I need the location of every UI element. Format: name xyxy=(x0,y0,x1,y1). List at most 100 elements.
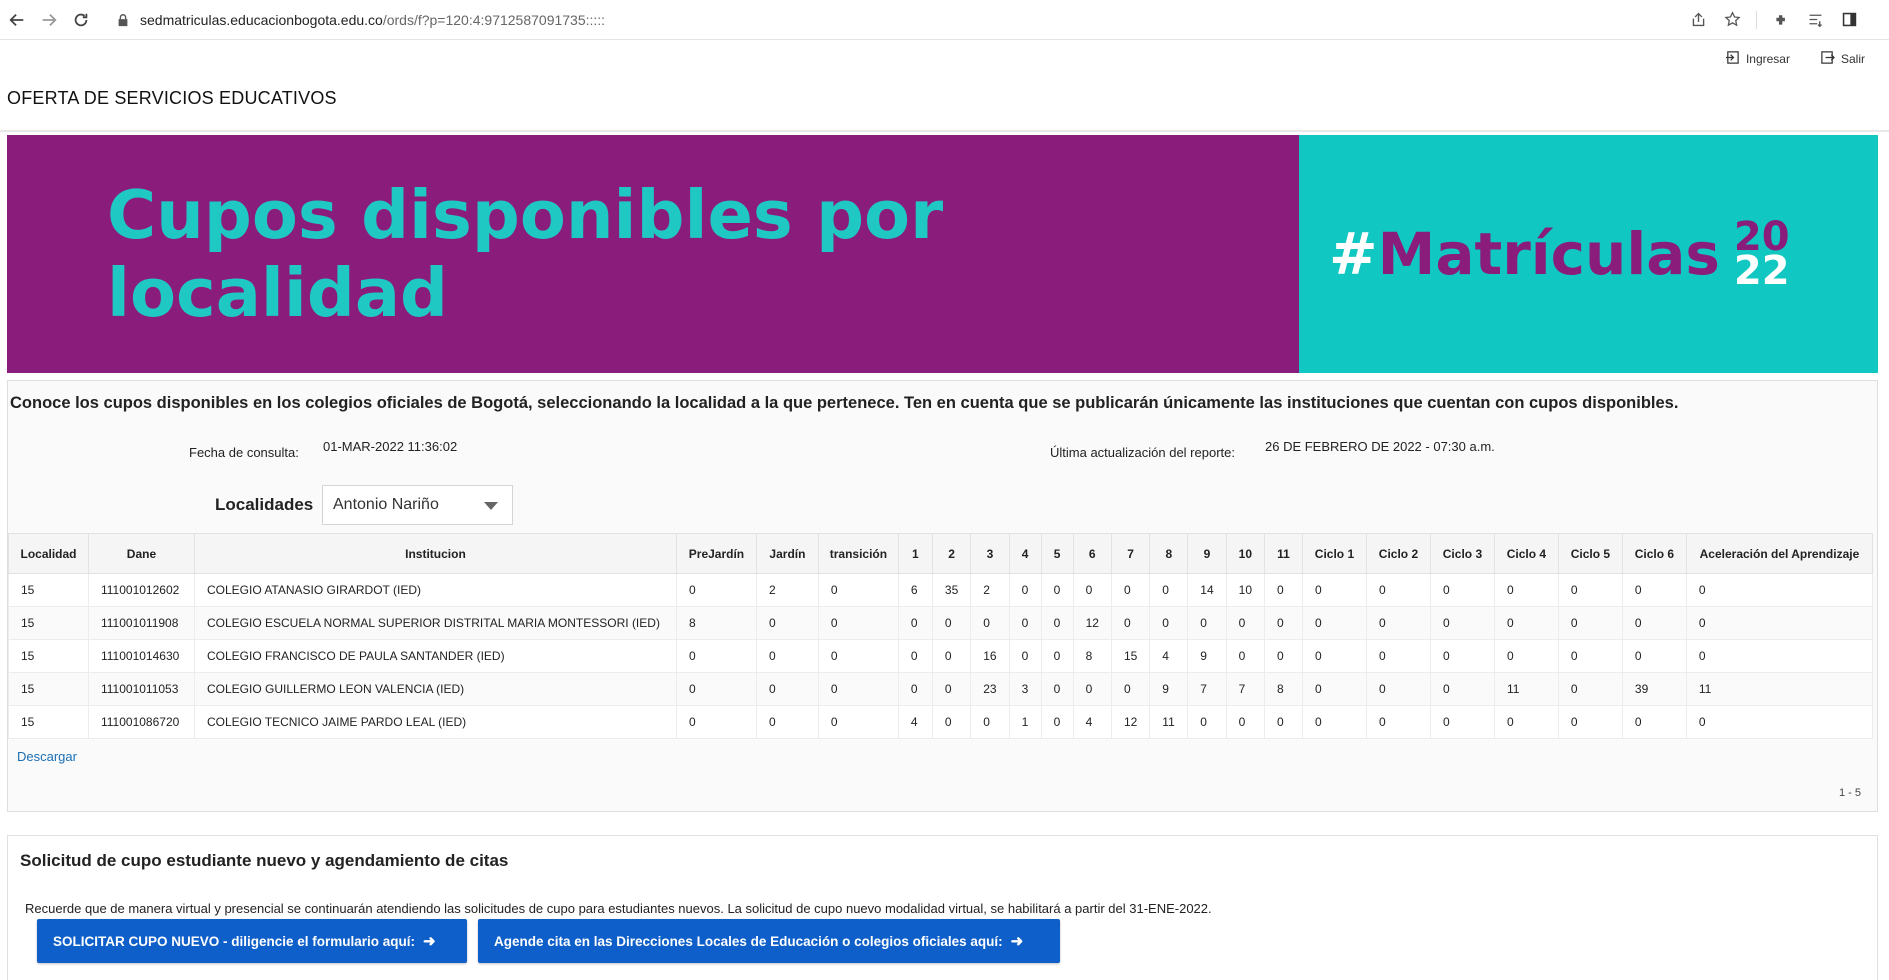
table-cell: 14 xyxy=(1187,573,1227,607)
table-cell: 15 xyxy=(8,639,89,673)
column-header[interactable]: PreJardín xyxy=(675,533,757,574)
table-cell: 0 xyxy=(970,606,1010,640)
table-cell: 11 xyxy=(1685,672,1874,706)
table-cell: 0 xyxy=(1685,639,1874,673)
table-cell: 0 xyxy=(1365,705,1431,739)
login-link[interactable]: Ingresar xyxy=(1725,50,1790,68)
back-icon[interactable] xyxy=(2,5,32,35)
schedule-appointment-button[interactable]: Agende cita en las Direcciones Locales d… xyxy=(478,919,1060,963)
column-header[interactable]: 1 xyxy=(897,533,933,574)
table-cell: 0 xyxy=(931,606,972,640)
star-icon[interactable] xyxy=(1722,10,1742,30)
column-header[interactable]: Jardín xyxy=(755,533,819,574)
banner-hashtag: # xyxy=(1329,220,1378,288)
banner-headline: Cupos disponibles por localidad xyxy=(107,176,944,332)
toolbar-divider xyxy=(1756,10,1757,29)
column-header[interactable]: Dane xyxy=(87,533,195,574)
column-header[interactable]: 10 xyxy=(1225,533,1266,574)
appointments-title: Solicitud de cupo estudiante nuevo y age… xyxy=(20,851,509,870)
column-header[interactable]: 5 xyxy=(1040,533,1074,574)
table-cell: 9 xyxy=(1149,672,1189,706)
table-cell: 35 xyxy=(931,573,972,607)
column-header[interactable]: 11 xyxy=(1264,533,1303,574)
reload-icon[interactable] xyxy=(66,5,96,35)
table-cell: 0 xyxy=(1008,606,1042,640)
table-cell: 111001011908 xyxy=(87,606,195,640)
share-icon[interactable] xyxy=(1688,10,1708,30)
column-header[interactable]: 7 xyxy=(1110,533,1151,574)
column-header[interactable]: 4 xyxy=(1008,533,1042,574)
table-cell: 0 xyxy=(1557,573,1623,607)
banner-left-panel: Cupos disponibles por localidad xyxy=(7,135,1299,373)
table-cell: 16 xyxy=(970,639,1010,673)
forward-icon[interactable] xyxy=(34,5,64,35)
table-row: 15 111001012602 COLEGIO ATANASIO GIRARDOT … xyxy=(8,573,1874,607)
reading-list-icon[interactable] xyxy=(1805,10,1825,30)
column-header[interactable]: 6 xyxy=(1072,533,1112,574)
table-cell: 0 xyxy=(1557,606,1623,640)
side-panel-icon[interactable] xyxy=(1839,10,1859,30)
table-cell: 2 xyxy=(970,573,1010,607)
table-cell: 0 xyxy=(1187,606,1227,640)
table-cell: 0 xyxy=(1040,606,1074,640)
table-cell: 0 xyxy=(1685,573,1874,607)
table-cell: COLEGIO TECNICO JAIME PARDO LEAL (IED) xyxy=(193,705,677,739)
logout-icon xyxy=(1820,50,1835,68)
logout-link[interactable]: Salir xyxy=(1820,50,1865,68)
column-header[interactable]: Ciclo 3 xyxy=(1429,533,1495,574)
column-header[interactable]: 3 xyxy=(970,533,1010,574)
table-cell: 111001011053 xyxy=(87,672,195,706)
table-cell: 0 xyxy=(1301,606,1367,640)
last-update-label: Última actualización del reporte: xyxy=(1050,445,1235,460)
table-cell: 0 xyxy=(1365,573,1431,607)
table-cell: 0 xyxy=(1110,573,1151,607)
download-link[interactable]: Descargar xyxy=(17,749,77,764)
column-header[interactable]: Aceleración del Aprendizaje xyxy=(1685,533,1874,574)
banner-year-bottom: 22 xyxy=(1733,248,1790,294)
arrow-right-icon: ➜ xyxy=(1010,933,1024,950)
table-cell: 0 xyxy=(1040,639,1074,673)
table-cell: 0 xyxy=(1429,606,1495,640)
column-header[interactable]: Ciclo 1 xyxy=(1301,533,1367,574)
locality-select[interactable]: Antonio Nariño xyxy=(322,485,513,525)
table-cell: 0 xyxy=(1301,639,1367,673)
table-cell: 0 xyxy=(1493,705,1559,739)
column-header[interactable]: Ciclo 4 xyxy=(1493,533,1559,574)
address-bar[interactable]: sedmatriculas.educacionbogota.edu.co/ord… xyxy=(116,0,1688,40)
table-cell: 11 xyxy=(1149,705,1189,739)
table-cell: 0 xyxy=(1301,705,1367,739)
column-header[interactable]: transición xyxy=(817,533,899,574)
column-header[interactable]: Localidad xyxy=(8,533,89,574)
page-title: OFERTA DE SERVICIOS EDUCATIVOS xyxy=(7,88,337,108)
column-header[interactable]: 2 xyxy=(931,533,972,574)
table-cell: 4 xyxy=(1149,639,1189,673)
request-new-seat-label: SOLICITAR CUPO NUEVO - diligencie el for… xyxy=(53,933,416,949)
table-cell: 0 xyxy=(1264,573,1303,607)
table-header-row: Localidad Dane Institucion PreJardín Jardín t… xyxy=(8,533,1874,574)
lock-icon xyxy=(116,12,132,28)
column-header[interactable]: Ciclo 6 xyxy=(1621,533,1687,574)
request-new-seat-button[interactable]: SOLICITAR CUPO NUEVO - diligencie el for… xyxy=(37,919,467,963)
table-cell: 15 xyxy=(1110,639,1151,673)
column-header[interactable]: Ciclo 5 xyxy=(1557,533,1623,574)
table-cell: 0 xyxy=(817,672,899,706)
table-cell: 3 xyxy=(1008,672,1042,706)
table-body: 15 111001012602 COLEGIO ATANASIO GIRARDOT … xyxy=(8,573,1874,739)
column-header[interactable]: 9 xyxy=(1187,533,1227,574)
table-cell: 0 xyxy=(931,705,972,739)
column-header[interactable]: 8 xyxy=(1149,533,1189,574)
table-cell: 0 xyxy=(755,606,819,640)
table-cell: 0 xyxy=(1264,705,1303,739)
column-header[interactable]: Institucion xyxy=(193,533,677,574)
table-cell: 0 xyxy=(675,573,757,607)
column-header[interactable]: Ciclo 2 xyxy=(1365,533,1431,574)
table-cell: 0 xyxy=(1557,705,1623,739)
query-date-label: Fecha de consulta: xyxy=(189,445,299,460)
table-cell: 0 xyxy=(1040,672,1074,706)
table-cell: COLEGIO FRANCISCO DE PAULA SANTANDER (IE… xyxy=(193,639,677,673)
table-cell: 0 xyxy=(1557,639,1623,673)
table-cell: 111001014630 xyxy=(87,639,195,673)
table-cell: 0 xyxy=(1365,672,1431,706)
table-cell: 15 xyxy=(8,705,89,739)
extensions-icon[interactable] xyxy=(1771,10,1791,30)
